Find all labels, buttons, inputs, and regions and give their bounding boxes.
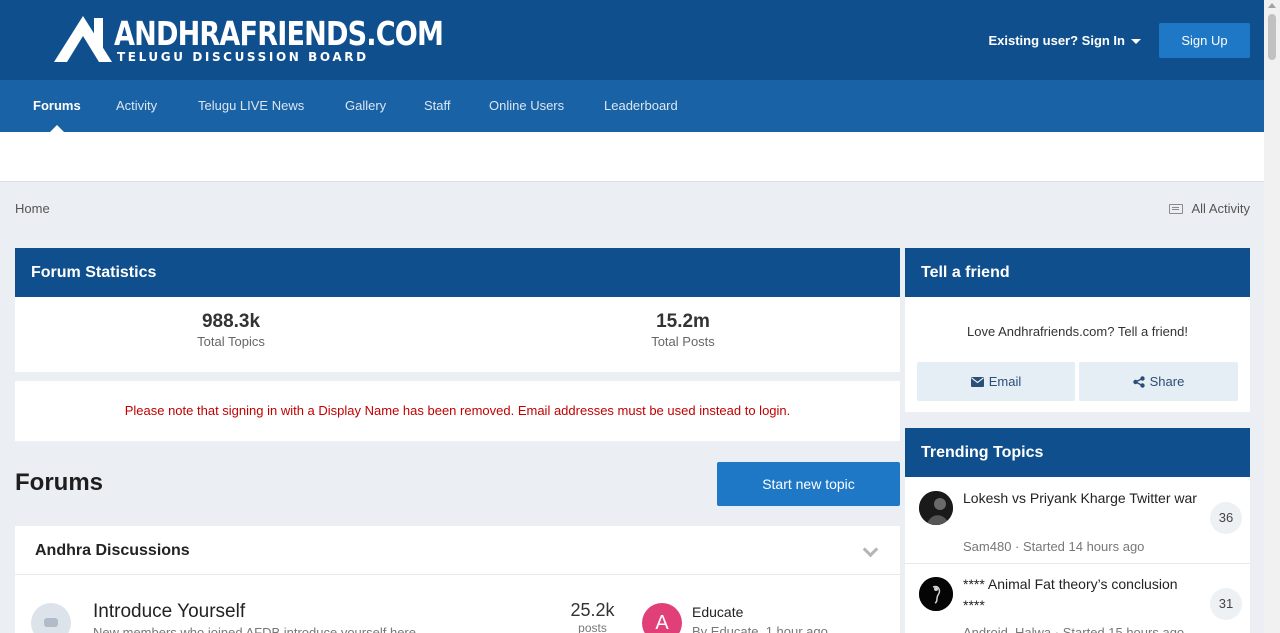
stat-total-topics: 988.3k Total Topics [161,311,301,349]
reply-count-badge: 36 [1210,502,1242,534]
forum-post-count: 25.2k posts [555,600,630,633]
nav-item-gallery[interactable]: Gallery [345,80,386,132]
trending-topic-item[interactable]: Lokesh vs Priyank Kharge Twitter war Sam… [905,477,1250,563]
nav-item-online-users[interactable]: Online Users [489,80,564,132]
tell-a-friend-text: Love Andhrafriends.com? Tell a friend! [967,324,1188,339]
forum-posts-label: posts [578,621,607,633]
trending-topic-author[interactable]: Android_Halwa [963,625,1051,633]
logo-mark-icon [54,16,112,62]
sign-in-dropdown[interactable]: Existing user? Sign In [988,33,1141,48]
trending-topic-meta: Android_Halwa · Started 15 hours ago [963,625,1184,633]
last-post-title[interactable]: Educate [692,604,743,620]
total-posts-label: Total Posts [651,334,715,349]
forum-statistics-widget: Forum Statistics 988.3k Total Topics 15.… [15,248,900,372]
nav-item-activity[interactable]: Activity [116,80,157,132]
sign-up-button[interactable]: Sign Up [1159,23,1250,58]
avatar[interactable] [919,577,953,611]
avatar[interactable]: A [642,603,682,633]
trending-topic-item[interactable]: **** Animal Fat theory’s conclusion ****… [905,564,1250,633]
envelope-icon [970,376,984,387]
tell-a-friend-title: Tell a friend [905,248,1250,297]
total-posts-value: 15.2m [656,311,710,332]
stat-total-posts: 15.2m Total Posts [613,311,753,349]
trending-topic-started: Started 14 hours ago [1022,539,1145,554]
total-topics-label: Total Topics [197,334,265,349]
breadcrumb-home[interactable]: Home [15,201,50,216]
email-label: Email [988,374,1022,389]
reply-count-badge: 31 [1210,588,1242,620]
share-label: Share [1149,374,1185,389]
activity-feed-icon [1169,203,1184,214]
category-andhra-discussions: Andhra Discussions Introduce Yourself Ne… [15,526,900,633]
login-notice: Please note that signing in with a Displ… [15,381,900,441]
sub-nav-strip [0,132,1264,182]
logo-wordmark: ANDHRAFRIENDS.COM [114,14,444,53]
logo-tagline: TELUGU DISCUSSION BOARD [117,50,369,64]
share-icon [1132,375,1145,388]
forum-chat-icon [31,603,71,633]
total-topics-value: 988.3k [201,311,261,332]
trending-topic-title[interactable]: Lokesh vs Priyank Kharge Twitter war [963,488,1203,509]
nav-item-leaderboard[interactable]: Leaderboard [604,80,678,132]
chevron-down-icon[interactable] [862,541,879,558]
avatar[interactable] [919,491,953,525]
site-logo[interactable]: ANDHRAFRIENDS.COM TELUGU DISCUSSION BOAR… [54,14,444,66]
last-post-meta: By Educate, 1 hour ago [692,624,828,633]
category-header: Andhra Discussions [15,526,900,575]
user-photo-icon [919,577,953,611]
tell-a-friend-widget: Tell a friend Love Andhrafriends.com? Te… [905,248,1250,412]
trending-topic-title[interactable]: **** Animal Fat theory’s conclusion **** [963,574,1203,616]
share-button[interactable]: Share [1079,362,1238,401]
scrollbar-thumb[interactable] [1268,14,1276,60]
forum-posts-value: 25.2k [570,600,615,620]
forum-name[interactable]: Introduce Yourself [93,601,245,623]
trending-topics-widget: Trending Topics Lokesh vs Priyank Kharge… [905,428,1250,633]
all-activity-label: All Activity [1191,201,1250,216]
user-photo-icon [919,491,953,525]
forum-description: New members who joined AFDB introduce yo… [93,625,416,633]
email-button[interactable]: Email [917,362,1075,401]
trending-topic-author[interactable]: Sam480 [963,539,1011,554]
nav-item-staff[interactable]: Staff [424,80,451,132]
trending-topics-title: Trending Topics [905,428,1250,477]
trending-topic-started: Started 15 hours ago [1062,625,1185,633]
caret-down-icon [1131,38,1141,44]
start-new-topic-button[interactable]: Start new topic [717,462,900,506]
scroll-up-icon[interactable] [1268,3,1276,8]
page-title: Forums [15,469,104,496]
sign-in-label: Existing user? Sign In [988,33,1125,48]
all-activity-link[interactable]: All Activity [1169,201,1250,216]
main-nav: Forums Activity Telugu LIVE News Gallery… [0,80,1264,132]
trending-topic-meta: Sam480 · Started 14 hours ago [963,539,1145,554]
site-header: ANDHRAFRIENDS.COM TELUGU DISCUSSION BOAR… [0,0,1264,80]
forum-statistics-title: Forum Statistics [15,248,900,297]
active-nav-pointer [50,125,64,132]
nav-item-telugu-live-news[interactable]: Telugu LIVE News [198,80,304,132]
category-title[interactable]: Andhra Discussions [35,542,190,560]
page-scrollbar[interactable] [1264,0,1280,633]
